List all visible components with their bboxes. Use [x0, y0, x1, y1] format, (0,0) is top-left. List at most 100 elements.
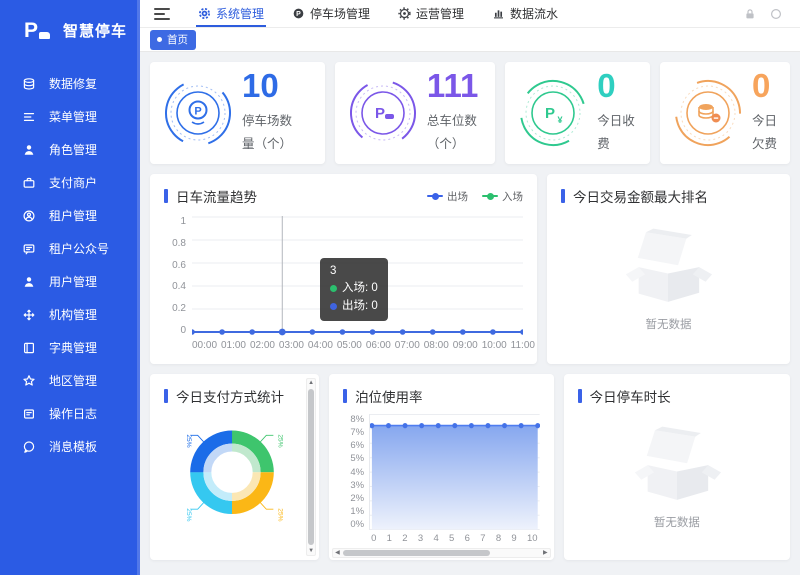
bar-chart-icon — [492, 7, 505, 20]
stat-value: 10 — [242, 69, 300, 104]
occupancy-plot-svg — [370, 414, 540, 530]
scroll-left-icon[interactable]: ◀ — [335, 549, 340, 557]
middle-row: 日车流量趋势 出场 入场 — [150, 174, 790, 364]
scroll-down-icon[interactable]: ▼ — [307, 547, 315, 555]
scroll-right-icon[interactable]: ▶ — [543, 549, 548, 557]
plot-area — [369, 414, 540, 530]
sidebar-item-dict-mgmt[interactable]: 字典管理 — [0, 331, 140, 364]
legend-line-icon — [427, 195, 443, 197]
y-tick: 0.6 — [164, 260, 186, 271]
sidebar-item-op-log[interactable]: 操作日志 — [0, 397, 140, 430]
main-area: 系统管理 P 停车场管理 运营管理 数据流水 首页 — [140, 0, 800, 575]
empty-text: 暂无数据 — [645, 316, 691, 332]
stat-value: 0 — [752, 69, 782, 104]
stat-card-total-spaces: P 111 总车位数（个） — [335, 62, 495, 164]
stat-text: 10 停车场数量（个） — [242, 69, 300, 157]
x-tick: 03:00 — [279, 340, 304, 351]
exit-dot-icon — [330, 303, 337, 310]
sidebar-item-role-mgmt[interactable]: 角色管理 — [0, 133, 140, 166]
tab-data-flow[interactable]: 数据流水 — [478, 0, 572, 27]
legend-exit[interactable]: 出场 — [427, 189, 468, 204]
title-bar-icon — [164, 189, 168, 203]
y-tick: 1 — [164, 216, 186, 227]
pie-label: 25% — [185, 508, 192, 521]
vertical-scrollbar[interactable]: ▲ ▼ — [306, 378, 316, 556]
panel-parking-duration: 今日停车时长 暂无数据 — [564, 374, 790, 560]
dashboard-content: P 10 停车场数量（个） P — [140, 52, 800, 575]
pie-label: 25% — [276, 434, 283, 447]
panel-header: 日车流量趋势 出场 入场 — [164, 186, 523, 206]
area-fill — [372, 426, 538, 530]
sidebar-item-org-mgmt[interactable]: 机构管理 — [0, 298, 140, 331]
area-chart: 8% 7% 6% 5% 4% 3% 2% 1% 0% — [343, 414, 540, 530]
x-tick: 05:00 — [337, 340, 362, 351]
scroll-up-icon[interactable]: ▲ — [307, 379, 315, 387]
stat-text: 111 总车位数（个） — [427, 69, 483, 157]
tab-operation-mgmt[interactable]: 运营管理 — [384, 0, 478, 27]
x-tick: 04:00 — [308, 340, 333, 351]
breadcrumb-label: 首页 — [167, 32, 188, 47]
horizontal-scrollbar[interactable]: ◀ ▶ — [332, 548, 551, 558]
empty-text: 暂无数据 — [654, 514, 700, 530]
logo-car-icon — [39, 32, 50, 39]
stat-text: 0 今日收费 — [597, 69, 639, 157]
y-tick: 0.8 — [164, 238, 186, 249]
tab-label: 数据流水 — [510, 5, 558, 22]
sidebar-item-tenant-mgmt[interactable]: 租户管理 — [0, 199, 140, 232]
svg-text:P: P — [296, 11, 301, 18]
sidebar-item-pay-merchant[interactable]: 支付商户 — [0, 166, 140, 199]
sidebar-item-label: 消息模板 — [49, 438, 97, 455]
sidebar-item-region-mgmt[interactable]: 地区管理 — [0, 364, 140, 397]
tab-parking-lot-mgmt[interactable]: P 停车场管理 — [278, 0, 384, 27]
sidebar-item-label: 数据修复 — [49, 75, 97, 92]
title-bar-icon — [561, 189, 565, 203]
sidebar-item-user-mgmt[interactable]: 用户管理 — [0, 265, 140, 298]
x-axis: 0 1 2 3 4 5 6 7 8 9 10 — [369, 533, 540, 544]
enter-dot-icon — [330, 285, 337, 292]
lock-icon[interactable] — [744, 8, 756, 20]
menu-lines-icon — [22, 110, 36, 124]
y-tick: 0% — [343, 519, 364, 530]
x-tick: 08:00 — [424, 340, 449, 351]
sidebar-item-label: 用户管理 — [49, 273, 97, 290]
user-avatar-icon[interactable] — [770, 8, 782, 20]
legend-line-icon — [482, 195, 498, 197]
panel-transaction-ranking: 今日交易金额最大排名 暂无数据 — [547, 174, 790, 364]
collapse-menu-icon[interactable] — [154, 8, 170, 20]
arrears-coins-ring-icon — [672, 77, 744, 149]
y-tick: 0 — [164, 325, 186, 336]
legend-enter[interactable]: 入场 — [482, 189, 523, 204]
active-dot-icon — [157, 37, 162, 42]
tab-label: 停车场管理 — [310, 5, 370, 22]
app-logo[interactable]: P 智慧停车 — [0, 0, 140, 59]
scrollbar-thumb[interactable] — [343, 550, 490, 556]
tooltip-title: 3 — [330, 263, 378, 280]
sidebar-item-data-repair[interactable]: 数据修复 — [0, 67, 140, 100]
sidebar-item-tenant-account[interactable]: 租户公众号 — [0, 232, 140, 265]
parking-circle-icon: P — [292, 7, 305, 20]
y-tick: 3% — [343, 480, 364, 491]
sidebar-item-label: 菜单管理 — [49, 108, 97, 125]
tooltip-row: 出场: 0 — [330, 298, 378, 315]
briefcase-icon — [22, 176, 36, 190]
x-tick: 7 — [480, 533, 485, 544]
sidebar-item-menu-mgmt[interactable]: 菜单管理 — [0, 100, 140, 133]
sidebar-item-label: 机构管理 — [49, 306, 97, 323]
y-tick: 2% — [343, 493, 364, 504]
move-cross-icon — [22, 308, 36, 322]
topbar-actions — [744, 8, 790, 20]
user-icon — [22, 275, 36, 289]
tab-system-mgmt[interactable]: 系统管理 — [184, 0, 278, 27]
breadcrumb-home-tag[interactable]: 首页 — [150, 30, 196, 50]
x-tick: 10:00 — [482, 340, 507, 351]
gear-icon — [198, 7, 211, 20]
y-tick: 0.4 — [164, 281, 186, 292]
stat-card-parking-lots: P 10 停车场数量（个） — [150, 62, 325, 164]
panel-title-text: 今日支付方式统计 — [176, 386, 284, 406]
stat-card-today-income: P ¥ 0 今日收费 — [505, 62, 650, 164]
panel-daily-traffic: 日车流量趋势 出场 入场 — [150, 174, 537, 364]
empty-box-icon — [622, 424, 732, 508]
scrollbar-thumb[interactable] — [308, 389, 314, 545]
sidebar-item-label: 租户公众号 — [49, 240, 109, 257]
sidebar-item-msg-template[interactable]: 消息模板 — [0, 430, 140, 463]
